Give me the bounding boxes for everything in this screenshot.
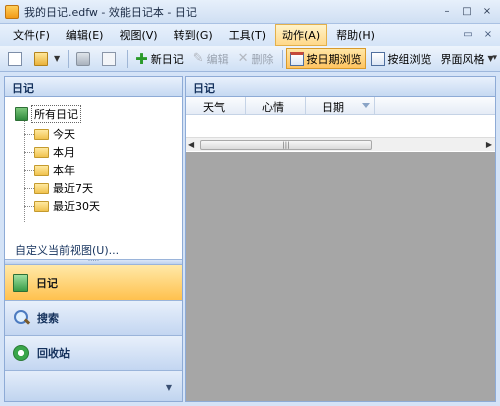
folder-tree: 所有日记 今天 本月 本年 最近7天 最近30天 [5, 97, 182, 257]
browse-by-date-button[interactable]: 按日期浏览 [285, 48, 366, 69]
tree-item-label: 最近7天 [53, 182, 93, 195]
close-button[interactable]: × [478, 3, 496, 19]
tree-item-label: 今天 [53, 128, 75, 141]
folder-icon [34, 182, 49, 194]
diary-book-icon [13, 273, 28, 292]
scroll-right-icon[interactable]: ▶ [486, 140, 492, 149]
edit-button[interactable]: ✎ 编辑 [189, 48, 233, 69]
folder-icon [34, 128, 49, 140]
menu-file[interactable]: 文件(F) [6, 24, 57, 46]
restore-icon[interactable]: ▭ [460, 26, 476, 42]
folder-icon [34, 146, 49, 158]
print-button[interactable] [72, 48, 97, 69]
folder-icon [34, 164, 49, 176]
recycle-icon [13, 345, 29, 361]
open-button[interactable]: ▼ [30, 48, 64, 69]
menu-goto[interactable]: 转到(G) [167, 24, 220, 46]
new-diary-button[interactable]: ✚ 新日记 [131, 48, 188, 69]
tree-item-last-30-days[interactable]: 最近30天 [24, 198, 100, 214]
minimize-button[interactable]: – [438, 3, 456, 19]
tree-item-label: 本月 [53, 146, 75, 159]
menu-action[interactable]: 动作(A) [275, 24, 328, 46]
tree-item-last-7-days[interactable]: 最近7天 [24, 180, 93, 196]
tree-item-label: 最近30天 [53, 200, 100, 213]
plus-icon: ✚ [135, 49, 148, 68]
content-pane-title: 日记 [186, 77, 495, 97]
new-diary-label: 新日记 [150, 52, 184, 66]
nav-diary-button[interactable]: 日记 [5, 265, 182, 301]
ui-style-label: 界面风格 [440, 52, 485, 66]
toolbar-overflow-icon[interactable]: ▾ [492, 53, 497, 63]
window-controls: – □ × [438, 3, 496, 19]
delete-button[interactable]: ✕ 删除 [234, 48, 278, 69]
print-preview-button[interactable] [98, 48, 123, 69]
tree-root-label: 所有日记 [31, 105, 81, 123]
mdi-controls: ▭ × [460, 26, 496, 42]
column-header-weather[interactable]: 天气 [186, 97, 246, 115]
column-headers: 天气 心情 日期 [186, 97, 495, 115]
edit-label: 编辑 [206, 52, 229, 66]
nav-recycle-bin-button[interactable]: 回收站 [5, 336, 182, 371]
title-bar: 我的日记.edfw - 效能日记本 - 日记 – □ × [0, 0, 500, 24]
window-title: 我的日记.edfw - 效能日记本 - 日记 [24, 5, 197, 19]
browse-by-group-label: 按组浏览 [387, 52, 432, 66]
maximize-button[interactable]: □ [458, 3, 476, 19]
chevron-down-icon: ▼ [54, 54, 61, 63]
new-file-button[interactable] [4, 48, 29, 69]
x-icon: ✕ [237, 50, 249, 66]
ui-style-button[interactable]: 界面风格 ▼ [437, 48, 498, 69]
printer-icon [76, 51, 91, 66]
delete-label: 删除 [251, 52, 274, 66]
menu-help[interactable]: 帮助(H) [329, 24, 382, 46]
folder-icon [34, 200, 49, 212]
scrollbar-thumb[interactable]: ||| [200, 140, 372, 150]
nav-search-button[interactable]: 搜索 [5, 301, 182, 336]
column-header-mood[interactable]: 心情 [246, 97, 306, 115]
toolbar-separator [68, 49, 70, 68]
tree-item-this-year[interactable]: 本年 [24, 162, 75, 178]
horizontal-scrollbar[interactable]: ◀ ||| ▶ [186, 137, 495, 151]
toolbar: ▼ ✚ 新日记 ✎ 编辑 ✕ 删除 按日期浏览 按组浏览 界面风格 ▼ ▾ [0, 46, 500, 72]
tree-item-today[interactable]: 今天 [24, 126, 75, 142]
nav-diary-label: 日记 [36, 276, 58, 290]
print-preview-icon [102, 51, 117, 66]
menu-edit[interactable]: 编辑(E) [59, 24, 111, 46]
search-icon [13, 309, 31, 327]
content-pane: 日记 天气 心情 日期 ◀ ||| ▶ [185, 76, 496, 402]
toolbar-separator [281, 49, 283, 68]
nav-search-label: 搜索 [37, 312, 59, 325]
browse-by-date-label: 按日期浏览 [306, 52, 362, 66]
nav-recycle-label: 回收站 [37, 347, 70, 360]
diary-book-icon [15, 107, 28, 121]
menu-tools[interactable]: 工具(T) [222, 24, 273, 46]
browse-by-group-button[interactable]: 按组浏览 [367, 48, 436, 69]
group-icon [370, 51, 385, 66]
calendar-icon [289, 51, 304, 66]
diary-app-icon [5, 4, 19, 19]
new-document-icon [8, 51, 22, 66]
navigation-pane: 日记 所有日记 今天 本月 本年 最近7天 最近30天 自定义当前视图(U)..… [4, 76, 183, 402]
open-folder-icon [34, 51, 48, 66]
nav-options-bar[interactable]: ▼ [5, 371, 182, 401]
close-icon[interactable]: × [480, 26, 496, 42]
tree-item-label: 本年 [53, 164, 75, 177]
nav-pane-title: 日记 [5, 77, 182, 97]
sort-descending-icon [362, 103, 370, 108]
menu-view[interactable]: 视图(V) [112, 24, 164, 46]
customize-view-link[interactable]: 自定义当前视图(U)... [15, 242, 119, 258]
tree-item-this-month[interactable]: 本月 [24, 144, 75, 160]
scroll-left-icon[interactable]: ◀ [188, 140, 194, 149]
menu-bar: 文件(F) 编辑(E) 视图(V) 转到(G) 工具(T) 动作(A) 帮助(H… [0, 24, 500, 46]
toolbar-separator [127, 49, 129, 68]
chevron-down-icon: ▼ [165, 383, 172, 392]
pencil-icon: ✎ [192, 50, 204, 66]
diary-list: 天气 心情 日期 ◀ ||| ▶ [186, 97, 495, 152]
